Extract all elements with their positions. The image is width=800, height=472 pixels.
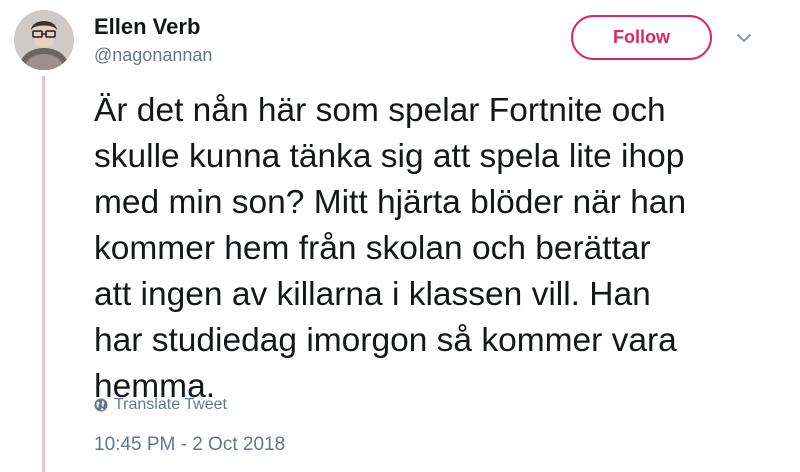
translate-tweet-link[interactable]: Translate Tweet (94, 396, 227, 414)
tweet-text: Är det nån här som spelar Fortnite och s… (94, 92, 687, 405)
author-name[interactable]: Ellen Verb (94, 14, 200, 40)
avatar-image (14, 10, 74, 70)
follow-button[interactable]: Follow (571, 15, 712, 60)
chevron-down-icon[interactable] (735, 31, 753, 45)
tweet-timestamp[interactable]: 10:45 PM - 2 Oct 2018 (94, 434, 285, 456)
translate-tweet-label: Translate Tweet (114, 396, 227, 413)
author-handle[interactable]: @nagonannan (94, 45, 212, 66)
thread-line (42, 76, 45, 472)
globe-icon (94, 398, 108, 412)
avatar[interactable] (14, 10, 74, 70)
